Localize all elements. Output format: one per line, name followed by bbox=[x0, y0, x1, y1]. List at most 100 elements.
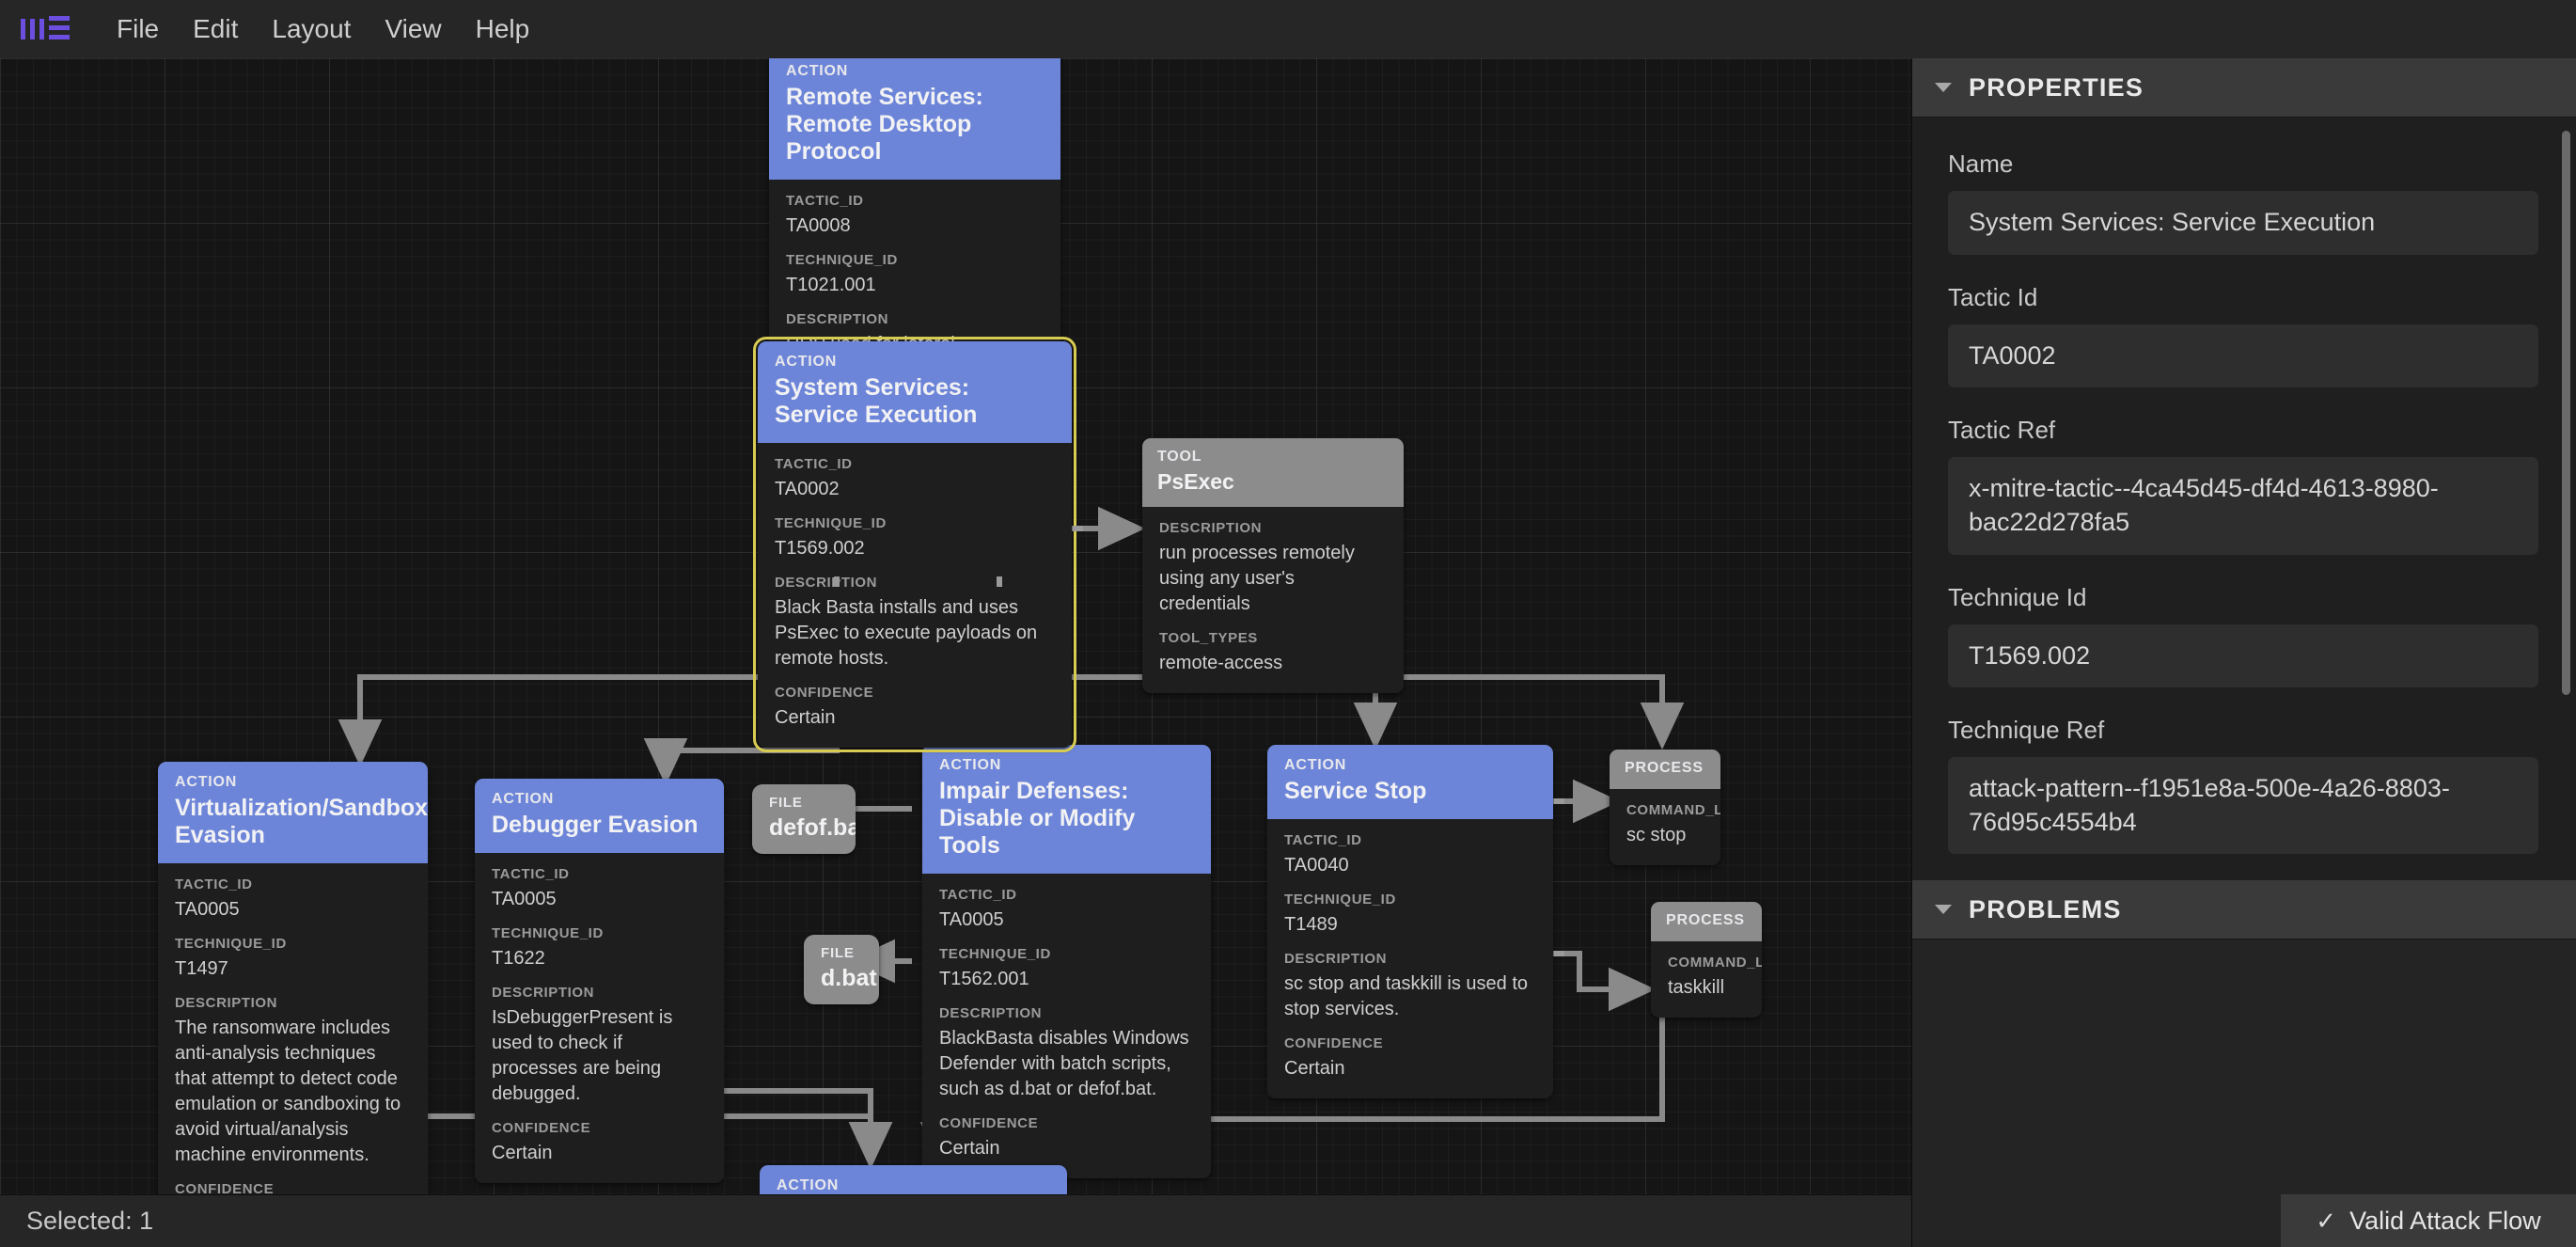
field-label: TECHNIQUE_ID bbox=[175, 936, 287, 952]
field-label: TACTIC_ID bbox=[786, 193, 864, 209]
check-icon: ✓ bbox=[2316, 1206, 2337, 1235]
node-header: TOOL PsExec bbox=[1142, 438, 1404, 507]
field-value: sc stop and taskkill is used to stop ser… bbox=[1284, 973, 1529, 1019]
field-value: remote-access bbox=[1159, 652, 1283, 673]
property-label: Tactic Ref bbox=[1948, 416, 2056, 445]
field-label: TECHNIQUE_ID bbox=[492, 925, 604, 941]
properties-title: PROPERTIES bbox=[1969, 72, 2144, 102]
node-process-sc-stop[interactable]: PROCESS COMMAND_LINEsc stop bbox=[1610, 750, 1720, 865]
node-handle-bottom-left[interactable] bbox=[834, 576, 840, 587]
field-value: T1562.001 bbox=[939, 969, 1029, 989]
node-title: defof.bat bbox=[769, 814, 856, 841]
node-psexec[interactable]: TOOL PsExec DESCRIPTION run processes rem… bbox=[1142, 438, 1404, 693]
right-panel: PROPERTIES Name System Services: Service… bbox=[1911, 58, 2576, 1247]
tactic-ref-field[interactable]: x-mitre-tactic--4ca45d45-df4d-4613-8980-… bbox=[1948, 457, 2538, 555]
node-file-defof-bat[interactable]: FILE defof.bat bbox=[752, 784, 856, 854]
node-title: Impair Defenses: Disable or Modify Tools bbox=[939, 778, 1136, 859]
node-file-d-bat[interactable]: FILE d.bat bbox=[804, 935, 879, 1004]
chevron-down-icon[interactable] bbox=[1935, 905, 1952, 914]
node-handle-right[interactable] bbox=[1073, 526, 1083, 531]
field-label: CONFIDENCE bbox=[775, 685, 874, 701]
node-title: Remote Services: Remote Desktop Protocol bbox=[786, 84, 983, 165]
node-service-stop[interactable]: ACTION Service Stop TACTIC_ID TA0040 TECH… bbox=[1267, 745, 1553, 1098]
node-field: COMMAND_LINE taskkill bbox=[1668, 955, 1762, 1001]
node-field: TACTIC_ID TA0005 bbox=[939, 887, 1194, 933]
valid-attack-flow-status[interactable]: ✓ Valid Attack Flow bbox=[2281, 1194, 2576, 1247]
field-label: DESCRIPTION bbox=[786, 311, 889, 327]
node-virtualization-sandbox-evasion[interactable]: ACTION Virtualization/Sandbox Evasion TA… bbox=[158, 762, 428, 1194]
technique-id-field[interactable]: T1569.002 bbox=[1948, 624, 2538, 688]
chevron-down-icon[interactable] bbox=[1935, 83, 1952, 92]
selected-count-label: Selected: 1 bbox=[26, 1207, 154, 1235]
node-header: ACTION System Services: Service Executio… bbox=[758, 341, 1072, 443]
node-field: COMMAND_LINEsc stop bbox=[1626, 802, 1720, 848]
node-header: ACTION Impair Defenses: Disable or Modif… bbox=[922, 745, 1211, 874]
node-field: DESCRIPTION IsDebuggerPresent is used to … bbox=[492, 985, 707, 1107]
field-value: Certain bbox=[939, 1138, 1000, 1159]
node-field: TACTIC_ID TA0005 bbox=[492, 866, 707, 912]
field-value: The ransomware includes anti-analysis te… bbox=[175, 1018, 401, 1165]
node-header: FILE d.bat bbox=[804, 935, 879, 1004]
field-label: DESCRIPTION bbox=[939, 1005, 1043, 1021]
node-kind-label: ACTION bbox=[786, 63, 849, 79]
node-process-taskkill[interactable]: PROCESS COMMAND_LINE taskkill bbox=[1651, 902, 1762, 1018]
node-field: DESCRIPTION The ransomware includes anti-… bbox=[175, 995, 411, 1168]
field-label: COMMAND_LINE bbox=[1668, 955, 1762, 971]
field-value: IsDebuggerPresent is used to check if pr… bbox=[492, 1007, 673, 1104]
attack-flow-bars-icon[interactable] bbox=[21, 16, 70, 41]
field-label: TACTIC_ID bbox=[492, 866, 570, 882]
field-label: TACTIC_ID bbox=[775, 456, 853, 472]
name-field[interactable]: System Services: Service Execution bbox=[1948, 191, 2538, 255]
properties-scrollbar[interactable] bbox=[2562, 131, 2570, 695]
node-body: TACTIC_ID TA0005 TECHNIQUE_ID T1497 DESCRI… bbox=[158, 863, 428, 1194]
node-header: ACTION Archive Collected Data: Archive v… bbox=[760, 1165, 1067, 1194]
node-handle-right-bottom[interactable] bbox=[1554, 951, 1564, 956]
menu-item-help[interactable]: Help bbox=[459, 9, 547, 49]
node-field: CONFIDENCE Certain bbox=[775, 685, 1055, 731]
field-label: TECHNIQUE_ID bbox=[775, 515, 887, 531]
node-handle-bottom-right[interactable] bbox=[997, 576, 1002, 587]
field-label: TECHNIQUE_ID bbox=[786, 252, 898, 268]
field-value: T1622 bbox=[492, 948, 545, 969]
field-value: TA0005 bbox=[939, 909, 1004, 930]
properties-section-header[interactable]: PROPERTIES bbox=[1912, 58, 2576, 118]
node-field: TACTIC_ID TA0005 bbox=[175, 876, 411, 923]
field-label: DESCRIPTION bbox=[492, 985, 595, 1001]
node-field: TECHNIQUE_ID T1497 bbox=[175, 936, 411, 982]
status-bar: Selected: 1 bbox=[0, 1194, 1911, 1247]
node-field: DESCRIPTION sc stop and taskkill is used … bbox=[1284, 951, 1536, 1022]
menu-item-edit[interactable]: Edit bbox=[176, 9, 255, 49]
node-archive-collected-data[interactable]: ACTION Archive Collected Data: Archive v… bbox=[760, 1165, 1067, 1194]
field-value: Black Basta installs and uses PsExec to … bbox=[775, 597, 1038, 669]
menu-item-view[interactable]: View bbox=[368, 9, 458, 49]
properties-body[interactable]: Name System Services: Service Execution … bbox=[1912, 118, 2576, 879]
field-label: DESCRIPTION bbox=[1284, 951, 1388, 967]
attack-flow-builder-window: File Edit Layout View Help ACTION Remote… bbox=[0, 0, 2576, 1247]
edge-servicestop-to-taskkill bbox=[1553, 951, 1657, 1012]
node-field: CONFIDENCE Certain bbox=[1284, 1035, 1536, 1081]
menu-item-layout[interactable]: Layout bbox=[255, 9, 368, 49]
field-value: T1497 bbox=[175, 958, 228, 979]
menu-item-file[interactable]: File bbox=[100, 9, 176, 49]
node-system-services[interactable]: ACTION System Services: Service Executio… bbox=[753, 337, 1076, 752]
tactic-id-field[interactable]: TA0002 bbox=[1948, 324, 2538, 388]
node-handle-right-top[interactable] bbox=[1554, 798, 1564, 804]
field-value: Certain bbox=[492, 1143, 553, 1163]
field-label: TACTIC_ID bbox=[1284, 832, 1362, 848]
node-field: TECHNIQUE_ID T1622 bbox=[492, 925, 707, 971]
problems-section-header[interactable]: PROBLEMS bbox=[1912, 880, 2576, 939]
flow-canvas[interactable]: ACTION Remote Services: Remote Desktop P… bbox=[0, 58, 1911, 1194]
problems-section: PROBLEMS bbox=[1912, 880, 2576, 1247]
node-debugger-evasion[interactable]: ACTION Debugger Evasion TACTIC_ID TA0005 … bbox=[475, 779, 724, 1183]
node-title: Virtualization/Sandbox Evasion bbox=[175, 795, 428, 848]
field-value: TA0002 bbox=[775, 479, 840, 499]
node-impair-defenses[interactable]: ACTION Impair Defenses: Disable or Modif… bbox=[922, 745, 1211, 1178]
technique-ref-field[interactable]: attack-pattern--f1951e8a-500e-4a26-8803-… bbox=[1948, 757, 2538, 855]
field-label: TECHNIQUE_ID bbox=[939, 946, 1051, 962]
node-field: CONFIDENCE Certain bbox=[492, 1120, 707, 1166]
field-value: T1021.001 bbox=[786, 275, 876, 295]
property-technique-id: Technique Id T1569.002 bbox=[1948, 583, 2538, 688]
node-kind-label: ACTION bbox=[777, 1177, 840, 1193]
node-field: TACTIC_ID TA0002 bbox=[775, 456, 1055, 502]
field-label: CONFIDENCE bbox=[1284, 1035, 1384, 1051]
